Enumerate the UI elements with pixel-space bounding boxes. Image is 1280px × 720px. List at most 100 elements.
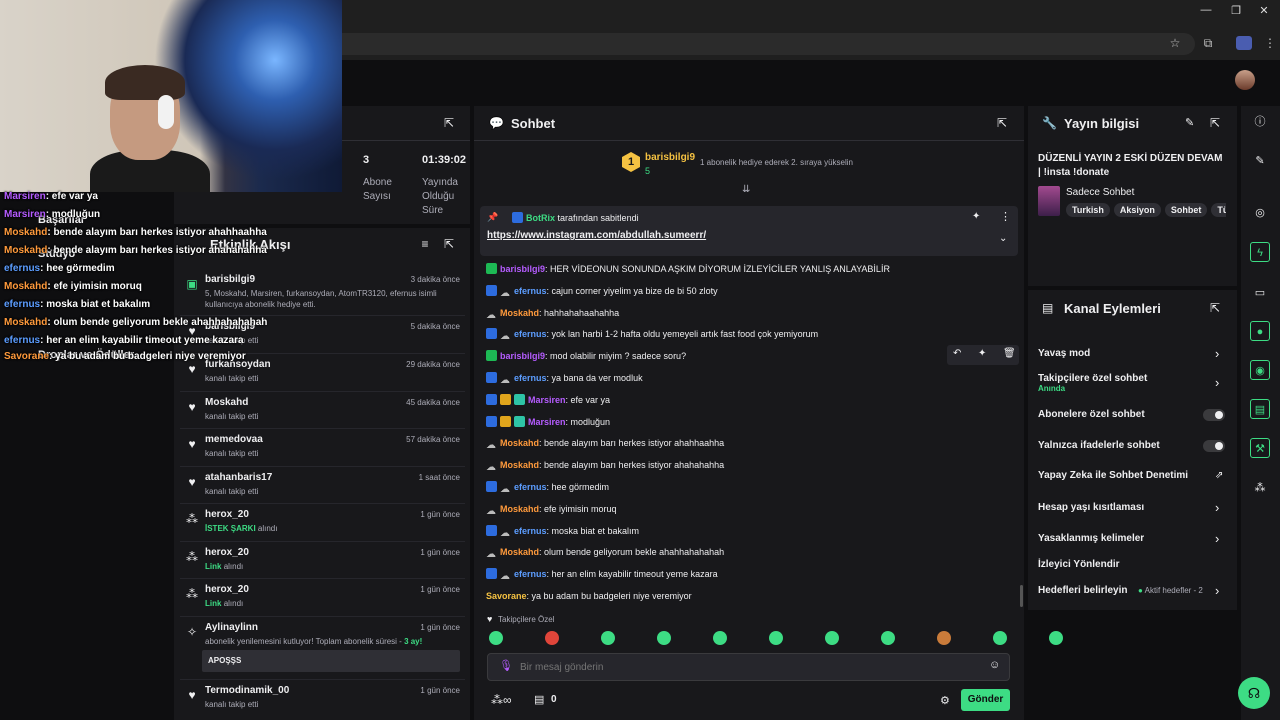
sidebar-document-icon[interactable]: ▭	[1250, 283, 1270, 303]
chat-username[interactable]: barisbilgi9	[500, 351, 545, 361]
chat-message[interactable]: ☁ efernus: cajun corner yiyelim ya bize d…	[486, 283, 718, 299]
chat-username[interactable]: efernus	[514, 569, 547, 579]
tag[interactable]: Tü	[1211, 203, 1226, 217]
pinned-more-icon[interactable]: ⋮	[1000, 210, 1011, 223]
chat-message[interactable]: ☁ efernus: yok lan harbi 1-2 hafta oldu y…	[486, 326, 818, 342]
channel-action-label[interactable]: Yapay Zeka ile Sohbet Denetimi	[1038, 470, 1203, 481]
chat-message[interactable]: barisbilgi9: HER VİDEONUN SONUNDA AŞKIM …	[486, 261, 890, 277]
chat-username[interactable]: efernus	[514, 482, 547, 492]
chat-message[interactable]: ☁ efernus: hee görmedim	[486, 479, 609, 495]
toggle-switch[interactable]	[1203, 409, 1225, 421]
feed-user-name[interactable]: herox_20	[205, 547, 249, 558]
chat-message[interactable]: ☁ efernus: her an elim kayabilir timeout …	[486, 566, 718, 582]
feed-user-name[interactable]: barisbilgi9	[205, 274, 255, 285]
chat-username[interactable]: efernus	[514, 329, 547, 339]
extensions-icon[interactable]: ⧉	[1198, 32, 1218, 54]
chevron-right-icon[interactable]: ›	[1215, 346, 1219, 361]
restore-button[interactable]: ❐	[1226, 4, 1246, 17]
sidebar-points-icon[interactable]: ⁂	[1250, 478, 1270, 498]
chat-username[interactable]: Moskahd	[500, 438, 539, 448]
tag[interactable]: Sohbet	[1164, 203, 1208, 217]
support-button[interactable]: ☊	[1238, 677, 1270, 709]
chat-username[interactable]: efernus	[514, 373, 547, 383]
chat-message[interactable]: ☁ Moskahd: olum bende geliyorum bekle aha…	[486, 544, 724, 560]
feed-user-name[interactable]: Moskahd	[205, 397, 248, 408]
channel-points-icon[interactable]: ⁂∞	[491, 693, 512, 707]
sidebar-wrench-icon[interactable]: ⚒	[1250, 438, 1270, 458]
chat-message[interactable]: ☁ Moskahd: bende alayım barı herkes istiy…	[486, 435, 724, 451]
emote-icon[interactable]	[825, 631, 839, 645]
chat-username[interactable]: efernus	[514, 286, 547, 296]
tag[interactable]: Aksiyon	[1113, 203, 1161, 217]
tag[interactable]: Turkish	[1066, 203, 1110, 217]
chat-username[interactable]: Marsiren	[528, 395, 566, 405]
reply-icon[interactable]: ↶	[953, 348, 961, 359]
emote-icon[interactable]	[713, 631, 727, 645]
chat-username[interactable]: Moskahd	[500, 547, 539, 557]
chevron-right-icon[interactable]: ›	[1215, 500, 1219, 515]
store-icon[interactable]: ▤	[534, 693, 544, 706]
chat-message[interactable]: barisbilgi9: mod olabilir miyim ? sadece…	[486, 348, 686, 364]
chat-username[interactable]: barisbilgi9	[500, 264, 545, 274]
toggle-switch[interactable]	[1203, 440, 1225, 452]
send-button[interactable]: Gönder	[961, 689, 1010, 711]
emote-icon[interactable]	[881, 631, 895, 645]
unpin-icon[interactable]: ✦	[972, 211, 980, 222]
feed-user-name[interactable]: atahanbaris17	[205, 472, 272, 483]
chat-message-field[interactable]	[520, 659, 970, 675]
emote-icon[interactable]	[937, 631, 951, 645]
stats-popout-icon[interactable]: ⇱	[441, 115, 457, 131]
chevron-right-icon[interactable]: ›	[1215, 531, 1219, 546]
feed-user-name[interactable]: memedovaa	[205, 434, 263, 445]
chat-message[interactable]: ☁ Moskahd: bende alayım barı herkes istiy…	[486, 457, 724, 473]
chat-username[interactable]: Moskahd	[500, 308, 539, 318]
chat-message[interactable]: ☁ efernus: ya bana da ver modluk	[486, 370, 643, 386]
sidebar-chat-bubble-icon[interactable]: ●	[1250, 321, 1270, 341]
address-bar[interactable]	[250, 33, 1195, 55]
edit-icon[interactable]: ✎	[1185, 116, 1194, 129]
pinned-link[interactable]: https://www.instagram.com/abdullah.sumee…	[487, 230, 706, 241]
sidebar-bolt-icon[interactable]: ϟ	[1250, 242, 1270, 262]
channel-action-label[interactable]: İzleyici Yönlendir	[1038, 559, 1203, 570]
sidebar-camera-icon[interactable]: ◎	[1250, 203, 1270, 223]
chat-settings-icon[interactable]: ⚙	[940, 694, 950, 707]
channel-action-label[interactable]: Yavaş mod	[1038, 348, 1203, 359]
emoji-icon[interactable]: ☺	[989, 659, 1000, 671]
pin-message-icon[interactable]: ✦	[978, 348, 986, 359]
delete-icon[interactable]: 🗑	[1003, 348, 1016, 359]
minimize-button[interactable]: —	[1196, 4, 1216, 16]
activity-popout-icon[interactable]: ⇱	[441, 236, 457, 252]
chat-message[interactable]: Marsiren: efe var ya	[486, 392, 610, 408]
emote-icon[interactable]	[657, 631, 671, 645]
chevron-right-icon[interactable]: ›	[1215, 375, 1219, 390]
sidebar-panel-icon[interactable]: ▤	[1250, 399, 1270, 419]
activity-filter-icon[interactable]: ≡	[417, 236, 433, 252]
sidebar-pencil-icon[interactable]: ✎	[1250, 151, 1270, 171]
channel-action-label[interactable]: Hesap yaşı kısıtlaması	[1038, 502, 1203, 513]
emote-icon[interactable]	[545, 631, 559, 645]
chat-message[interactable]: ☁ Moskahd: hahhahahaahahha	[486, 305, 619, 321]
channel-action-label[interactable]: Yalnızca ifadelerle sohbet	[1038, 440, 1203, 451]
bookmark-star-icon[interactable]: ☆	[1165, 32, 1185, 54]
chat-message[interactable]: ☁ Moskahd: efe iyimisin moruq	[486, 501, 617, 517]
chat-username[interactable]: Marsiren	[528, 417, 566, 427]
sidebar-info-icon[interactable]: ⓘ	[1250, 112, 1270, 132]
channel-action-label[interactable]: Abonelere özel sohbet	[1038, 409, 1203, 420]
emote-icon[interactable]	[993, 631, 1007, 645]
feed-user-name[interactable]: herox_20	[205, 584, 249, 595]
profile-icon[interactable]	[1236, 36, 1252, 50]
chat-message[interactable]: Marsiren: modluğun	[486, 414, 610, 430]
emote-icon[interactable]	[1049, 631, 1063, 645]
emote-icon[interactable]	[769, 631, 783, 645]
chat-popout-icon[interactable]: ⇱	[994, 115, 1010, 131]
mic-icon[interactable]: 🎙	[499, 659, 513, 672]
chat-username[interactable]: Moskahd	[500, 460, 539, 470]
chevron-right-icon[interactable]: ›	[1215, 583, 1219, 598]
chat-scrollbar[interactable]	[1020, 585, 1023, 607]
channel-action-label[interactable]: Yasaklanmış kelimeler	[1038, 533, 1203, 544]
feed-user-name[interactable]: Termodinamik_00	[205, 685, 289, 696]
chat-scroll-indicator-icon[interactable]: ⇊	[742, 184, 750, 195]
chat-message[interactable]: Savorane: ya bu adam bu badgeleri niye v…	[486, 588, 692, 604]
chat-message[interactable]: ☁ efernus: moska biat et bakalım	[486, 523, 639, 539]
external-link-icon[interactable]: ⇗	[1215, 470, 1223, 481]
